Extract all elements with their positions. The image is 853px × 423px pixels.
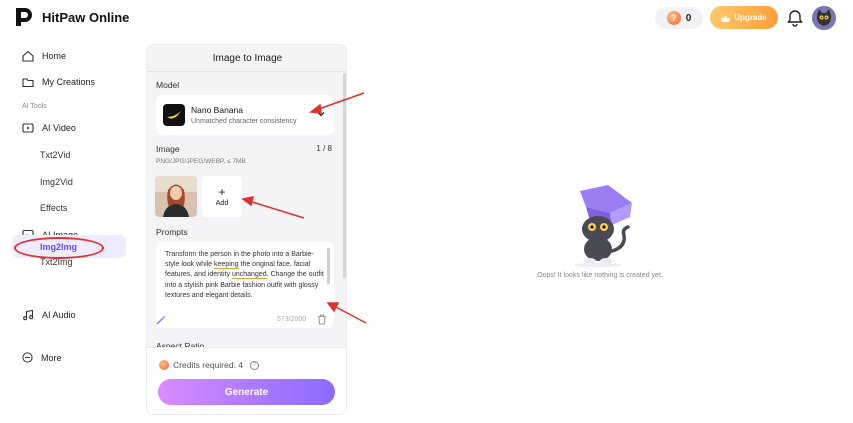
folder-icon xyxy=(22,78,34,88)
crown-icon xyxy=(721,14,731,22)
image-to-image-panel: Image to Image Model Nano Banana Unmatch… xyxy=(146,44,347,415)
panel-title: Image to Image xyxy=(212,53,283,64)
empty-state-illustration xyxy=(574,185,632,267)
model-name: Nano Banana xyxy=(191,105,243,115)
sidebar-item-img2img[interactable]: Img2Img xyxy=(40,242,77,252)
upgrade-button[interactable]: Upgrade xyxy=(710,6,778,29)
portrait-photo xyxy=(155,176,197,217)
prompt-word-keeping: keeping xyxy=(214,261,239,270)
video-icon xyxy=(22,123,34,133)
sidebar-item-ai-video[interactable]: AI Video xyxy=(14,117,126,139)
credits-required: Credits required: 4 ? xyxy=(159,360,259,370)
add-label: Add xyxy=(215,200,229,207)
prompt-word-unchanged: unchanged xyxy=(231,271,267,280)
sidebar-item-img2vid[interactable]: Img2Vid xyxy=(40,177,73,187)
wand-icon[interactable] xyxy=(156,315,166,325)
sidebar-item-label: My Creations xyxy=(42,77,96,87)
credits-required-text: Credits required: 4 xyxy=(173,360,243,370)
banana-icon xyxy=(167,111,181,119)
app-logo[interactable]: HitPaw Online xyxy=(14,6,129,28)
upgrade-label: Upgrade xyxy=(734,13,767,22)
prompt-text: Transform the person in the photo into a… xyxy=(165,251,324,299)
sidebar-item-txt2vid[interactable]: Txt2Vid xyxy=(40,150,70,160)
section-label-ai-tools: AI Tools xyxy=(22,103,47,110)
add-image-button[interactable]: + Add xyxy=(202,176,242,217)
bell-icon[interactable] xyxy=(786,9,804,27)
panel-scrollbar[interactable] xyxy=(343,73,346,278)
more-icon xyxy=(22,352,33,363)
chevron-down-icon xyxy=(317,112,325,117)
sidebar-item-effects[interactable]: Effects xyxy=(40,203,67,213)
music-icon xyxy=(23,309,34,321)
logo-icon xyxy=(16,8,32,26)
image-label: Image xyxy=(156,144,180,154)
generate-button[interactable]: Generate xyxy=(158,379,335,405)
model-thumbnail xyxy=(163,104,185,126)
coin-icon xyxy=(159,360,169,370)
model-description: Unmatched character consistency xyxy=(191,118,297,125)
empty-state-message: Oops! It looks like nothing is created y… xyxy=(537,272,663,279)
uploaded-image-thumbnail[interactable] xyxy=(155,176,197,217)
avatar-cat-icon xyxy=(812,6,836,30)
sidebar: Home My Creations AI Tools AI Video Txt2… xyxy=(0,42,140,423)
prompt-scrollbar[interactable] xyxy=(327,248,330,284)
model-selector[interactable]: Nano Banana Unmatched character consiste… xyxy=(156,95,334,135)
image-format-hint: PNG/JPG/JPEG/WEBP, ≤ 7MB xyxy=(156,158,246,165)
image-count: 1 / 8 xyxy=(316,144,332,153)
help-icon[interactable]: ? xyxy=(249,360,259,370)
sidebar-item-ai-audio[interactable]: AI Audio xyxy=(14,304,126,326)
sidebar-item-label: Home xyxy=(42,51,67,61)
plus-icon: + xyxy=(218,185,226,199)
sidebar-item-label: AI Video xyxy=(42,123,76,133)
sidebar-item-my-creations[interactable]: My Creations xyxy=(14,71,126,93)
character-count: 573/2000 xyxy=(277,316,307,323)
home-icon xyxy=(22,50,34,62)
user-avatar[interactable] xyxy=(812,6,836,30)
app-name: HitPaw Online xyxy=(42,9,130,25)
panel-divider xyxy=(147,71,346,72)
model-label: Model xyxy=(156,80,180,90)
prompt-textarea[interactable]: Transform the person in the photo into a… xyxy=(156,242,334,328)
sidebar-item-more[interactable]: More xyxy=(22,352,62,363)
credits-count: 0 xyxy=(685,12,692,24)
prompts-label: Prompts xyxy=(156,227,188,237)
credits-balance[interactable]: ? 0 xyxy=(655,7,703,29)
more-label: More xyxy=(41,352,62,363)
sidebar-item-label: AI Audio xyxy=(42,310,76,320)
sidebar-item-home[interactable]: Home xyxy=(14,45,126,67)
coin-icon: ? xyxy=(666,11,681,25)
panel-footer: Credits required: 4 ? Generate xyxy=(147,347,346,414)
trash-icon[interactable] xyxy=(317,314,327,325)
